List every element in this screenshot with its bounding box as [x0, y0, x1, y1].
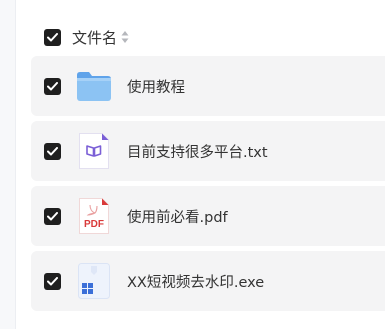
file-row-exe[interactable]: XX短视频去水印.exe: [31, 251, 385, 311]
text-file-icon: [75, 132, 113, 170]
left-gutter: [0, 0, 16, 329]
checkmark-icon: [47, 146, 58, 155]
sort-icon[interactable]: [121, 30, 129, 44]
file-checkbox[interactable]: [44, 272, 61, 290]
file-name: 使用教程: [127, 79, 185, 96]
checkmark-icon: [47, 32, 58, 41]
pdf-icon-label: PDF: [84, 219, 104, 230]
file-row-pdf[interactable]: PDF 使用前必看.pdf: [31, 186, 385, 246]
exe-file-icon: [75, 262, 113, 300]
file-checkbox[interactable]: [44, 207, 61, 225]
select-all-checkbox[interactable]: [44, 28, 61, 46]
checkmark-icon: [47, 276, 58, 285]
checkmark-icon: [47, 211, 58, 220]
file-checkbox[interactable]: [44, 77, 61, 95]
file-name-column-header[interactable]: 文件名: [72, 27, 117, 48]
folder-icon: [75, 67, 113, 105]
pdf-file-icon: PDF: [75, 197, 113, 235]
checkmark-icon: [47, 81, 58, 90]
file-list-header: 文件名: [44, 26, 129, 48]
file-row-txt[interactable]: 目前支持很多平台.txt: [31, 121, 385, 181]
file-name: 使用前必看.pdf: [127, 209, 228, 226]
file-name: XX短视频去水印.exe: [127, 274, 265, 291]
file-checkbox[interactable]: [44, 142, 61, 160]
file-row-tutorial[interactable]: 使用教程: [31, 56, 385, 116]
file-name: 目前支持很多平台.txt: [127, 144, 268, 161]
